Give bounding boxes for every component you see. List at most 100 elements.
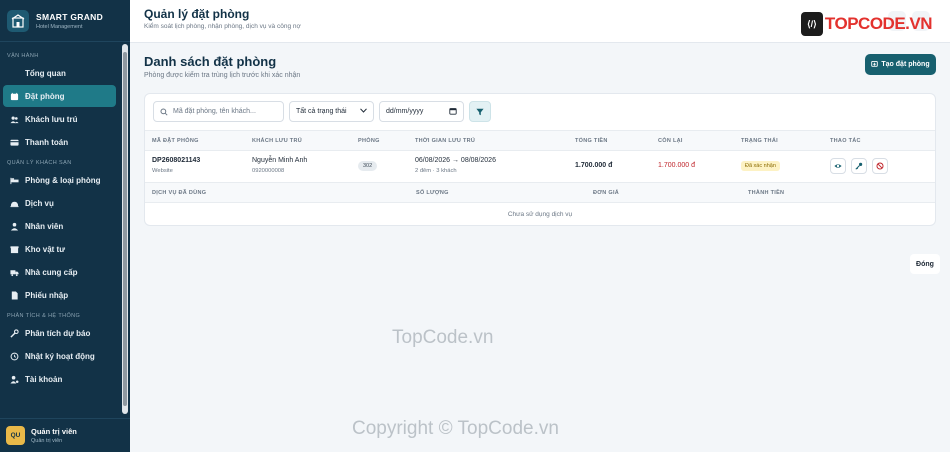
total-amount: 1.700.000 đ xyxy=(575,162,613,169)
filter-button[interactable] xyxy=(469,101,491,122)
sidebar-item-activity-log[interactable]: Nhật ký hoạt động xyxy=(3,345,116,367)
sidebar-item-label: Khách lưu trú xyxy=(25,114,78,124)
search-icon xyxy=(160,107,168,116)
filter-icon xyxy=(476,103,484,121)
section-label-analytics: PHÂN TÍCH & HỆ THỐNG xyxy=(7,313,81,319)
calendar-icon xyxy=(9,91,20,102)
sidebar-item-services[interactable]: Dịch vụ xyxy=(3,192,116,214)
sidebar-item-label: Dịch vụ xyxy=(25,198,54,208)
section-title: Danh sách đặt phòng xyxy=(144,54,277,69)
eye-icon xyxy=(834,164,842,168)
truck-icon xyxy=(9,267,20,278)
sidebar-item-accounts[interactable]: Tài khoản xyxy=(3,368,116,390)
watermark-text: TopCode.vn xyxy=(392,327,494,348)
page-title: Quản lý đặt phòng xyxy=(144,7,250,21)
table-header: MÃ ĐẶT PHÒNG KHÁCH LƯU TRÚ PHÒNG THỜI GI… xyxy=(145,130,935,151)
bookings-card: Mã đặt phòng, tên khách... Tất cả trạng … xyxy=(144,93,936,226)
sidebar-item-rooms[interactable]: Phòng & loại phòng xyxy=(3,169,116,191)
remaining-amount: 1.700.000 đ xyxy=(658,162,695,169)
services-column-quantity: SỐ LƯỢNG xyxy=(416,190,449,196)
key-icon xyxy=(855,162,863,170)
status-select[interactable]: Tất cả trạng thái xyxy=(289,101,374,122)
sidebar-item-guests[interactable]: Khách lưu trú xyxy=(3,108,116,130)
user-profile[interactable]: QU Quản trị viên Quản trị viên xyxy=(0,418,130,452)
sidebar: SMART GRAND Hotel Management VẬN HÀNH Tổ… xyxy=(0,0,130,452)
page-subtitle: Kiểm soát lịch phòng, nhận phòng, dịch v… xyxy=(144,23,301,30)
sidebar-scrollbar[interactable] xyxy=(122,44,128,414)
services-header: DỊCH VỤ ĐÃ DÙNG SỐ LƯỢNG ĐƠN GIÁ THÀNH T… xyxy=(145,182,935,203)
column-header-room: PHÒNG xyxy=(358,138,380,144)
sidebar-item-label: Kho vật tư xyxy=(25,244,66,254)
column-header-status: TRẠNG THÁI xyxy=(741,138,778,144)
status-select-value: Tất cả trạng thái xyxy=(296,108,347,115)
booking-code: DP2608021143 xyxy=(152,157,201,164)
column-header-code: MÃ ĐẶT PHÒNG xyxy=(152,138,199,144)
column-header-total: TỔNG TIỀN xyxy=(575,138,608,144)
stay-dates: 06/08/2026 → 08/08/2026 xyxy=(415,157,496,164)
sidebar-nav: VẬN HÀNH Tổng quan Đặt phòng Khách lưu t… xyxy=(0,50,122,391)
sidebar-item-staff[interactable]: Nhân viên xyxy=(3,215,116,237)
sidebar-item-label: Tài khoản xyxy=(25,374,63,384)
topcode-logo-icon: ⟨/⟩ xyxy=(800,12,823,36)
sidebar-item-forecast[interactable]: Phân tích dự báo xyxy=(3,322,116,344)
cancel-booking-button[interactable] xyxy=(872,158,888,174)
column-header-remaining: CÒN LẠI xyxy=(658,138,683,144)
watermark-copyright: Copyright © TopCode.vn xyxy=(352,418,559,439)
sidebar-item-bookings[interactable]: Đặt phòng xyxy=(3,85,116,107)
ban-icon xyxy=(876,162,884,170)
status-badge: Đã xác nhận xyxy=(741,161,780,171)
stay-duration: 2 đêm · 3 khách xyxy=(415,168,457,174)
sidebar-item-label: Thanh toán xyxy=(25,137,69,147)
user-gear-icon xyxy=(9,374,20,385)
user-role: Quản trị viên xyxy=(31,438,63,444)
file-icon xyxy=(9,290,20,301)
column-header-stay: THỜI GIAN LƯU TRÚ xyxy=(415,138,476,144)
brand-name: SMART GRAND xyxy=(36,11,104,22)
sidebar-item-label: Phòng & loại phòng xyxy=(25,175,101,185)
services-empty-state: Chưa sử dụng dịch vụ xyxy=(507,211,573,218)
date-input[interactable]: dd/mm/yyyy xyxy=(379,101,464,122)
card-icon xyxy=(9,137,20,148)
checkin-key-button[interactable] xyxy=(851,158,867,174)
sidebar-item-receipts[interactable]: Phiếu nhập xyxy=(3,284,116,306)
tools-icon xyxy=(9,328,20,339)
sidebar-item-suppliers[interactable]: Nhà cung cấp xyxy=(3,261,116,283)
brand-subtitle: Hotel Management xyxy=(36,23,83,30)
view-button[interactable] xyxy=(830,158,846,174)
brand[interactable]: SMART GRAND Hotel Management xyxy=(0,0,130,42)
search-input[interactable]: Mã đặt phòng, tên khách... xyxy=(153,101,284,122)
section-label-operations: VẬN HÀNH xyxy=(7,53,39,59)
avatar: QU xyxy=(6,426,25,445)
box-icon xyxy=(9,244,20,255)
create-booking-button[interactable]: Tạo đặt phòng xyxy=(865,54,936,75)
table-row[interactable]: DP2608021143 Website Nguyễn Minh Anh 092… xyxy=(145,151,935,181)
sidebar-item-label: Đặt phòng xyxy=(25,91,65,101)
calendar-icon xyxy=(449,107,457,117)
scroll-thumb[interactable] xyxy=(123,52,127,406)
sidebar-item-label: Phân tích dự báo xyxy=(25,328,91,338)
calendar-plus-icon xyxy=(871,60,879,69)
sidebar-item-label: Nhà cung cấp xyxy=(25,267,78,277)
sidebar-item-payments[interactable]: Thanh toán xyxy=(3,131,116,153)
services-column-name: DỊCH VỤ ĐÃ DÙNG xyxy=(152,190,207,196)
main-content: Danh sách đặt phòng Phòng được kiểm tra … xyxy=(130,43,950,452)
sidebar-item-inventory[interactable]: Kho vật tư xyxy=(3,238,116,260)
topcode-logo-text: TOPCODE.VN xyxy=(824,14,933,33)
users-icon xyxy=(9,114,20,125)
section-subtitle: Phòng được kiểm tra trùng lịch trước khi… xyxy=(144,72,301,79)
column-header-actions: THAO TÁC xyxy=(830,138,861,144)
bell-icon xyxy=(9,198,20,209)
chevron-down-icon xyxy=(360,108,367,115)
bed-icon xyxy=(9,175,20,186)
search-placeholder: Mã đặt phòng, tên khách... xyxy=(173,108,256,115)
booking-source: Website xyxy=(152,168,173,174)
sidebar-item-overview[interactable]: Tổng quan xyxy=(3,62,116,84)
topcode-logo: ⟨/⟩ TOPCODE.VN xyxy=(800,11,933,37)
close-button[interactable]: Đóng xyxy=(910,254,940,274)
guest-name: Nguyễn Minh Anh xyxy=(252,157,308,164)
guest-phone: 0920000008 xyxy=(252,168,285,174)
sidebar-item-label: Nhân viên xyxy=(25,221,64,231)
filter-bar: Mã đặt phòng, tên khách... Tất cả trạng … xyxy=(153,101,491,123)
create-booking-label: Tạo đặt phòng xyxy=(881,61,930,68)
services-column-amount: THÀNH TIỀN xyxy=(748,190,785,196)
